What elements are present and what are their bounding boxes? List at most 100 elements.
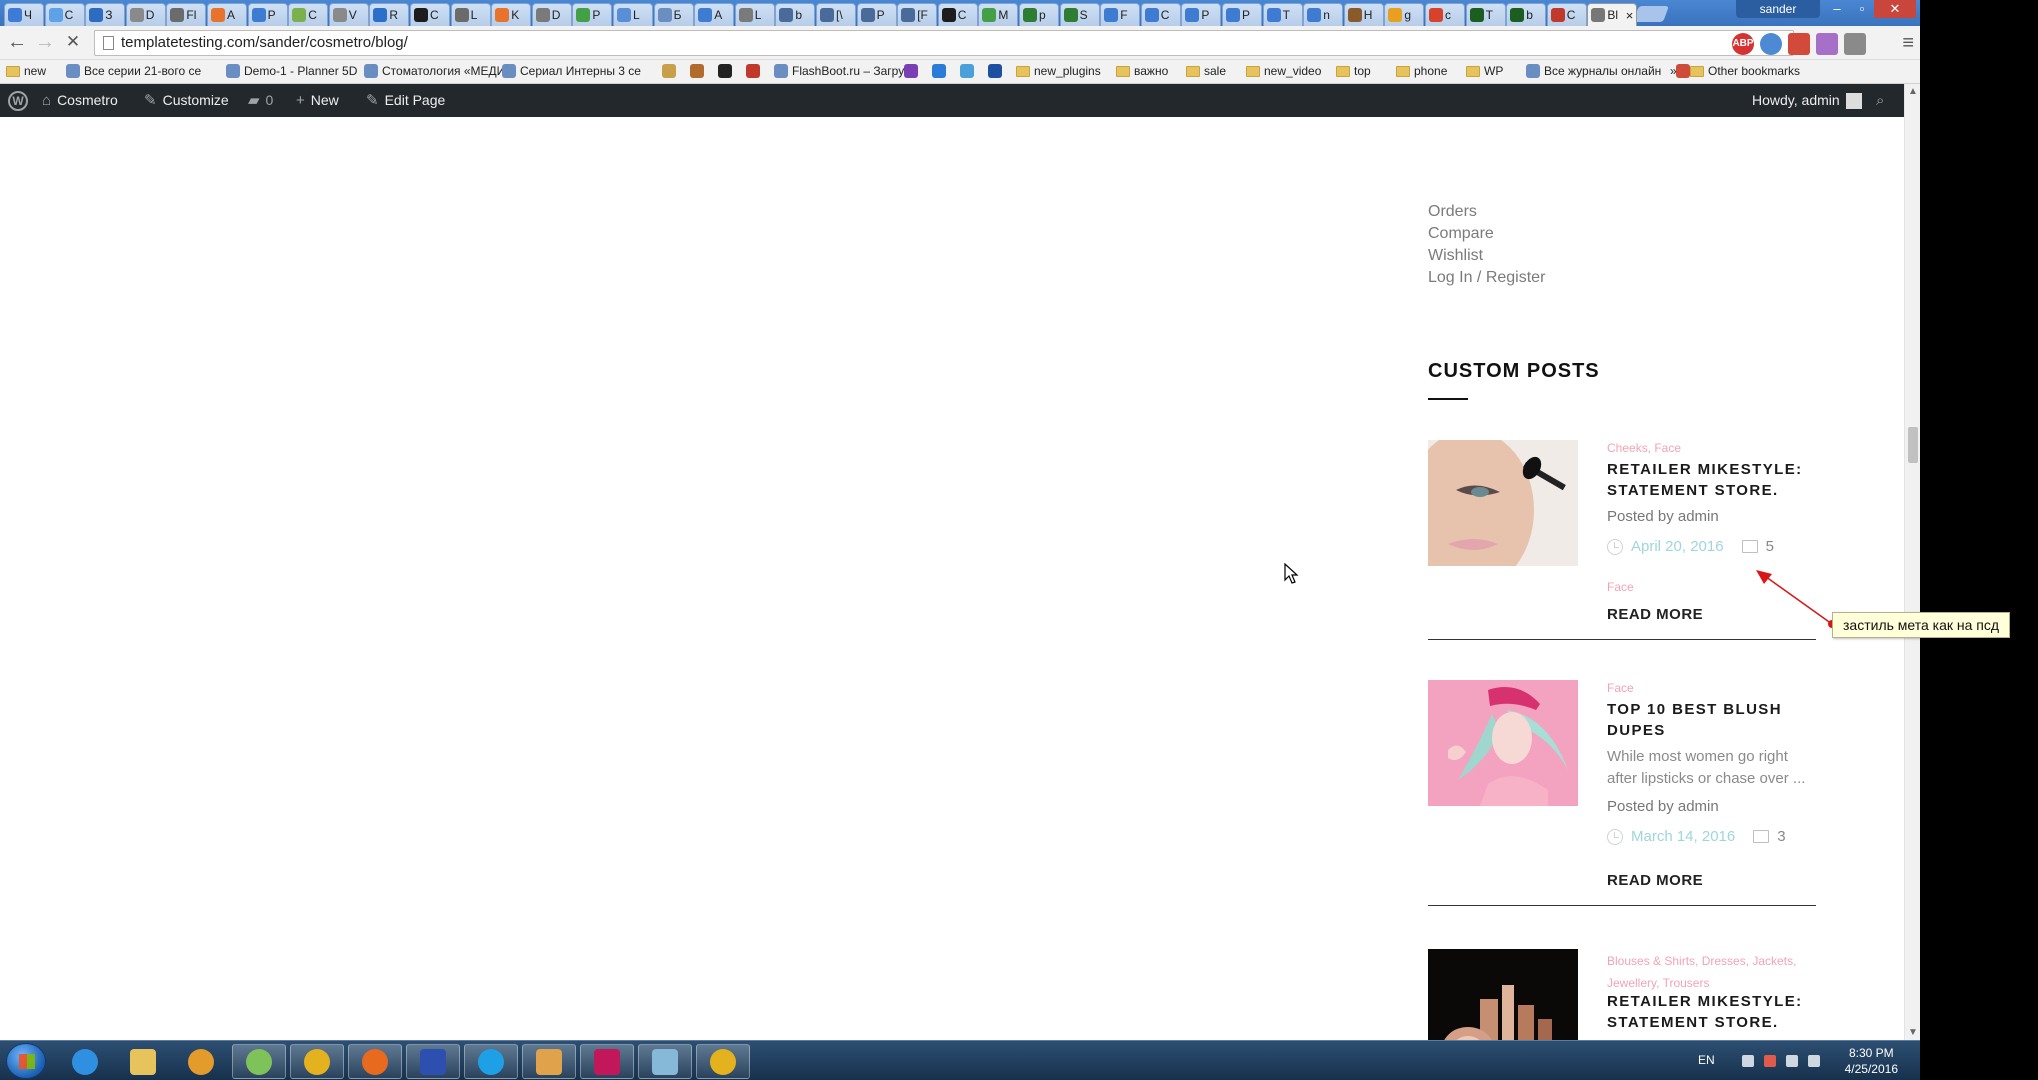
browser-tab[interactable]: n [1303, 3, 1344, 26]
bookmark-icon-only[interactable] [718, 64, 732, 78]
post-tag[interactable]: Face [1607, 580, 1634, 594]
internet-explorer-taskbar-button[interactable] [58, 1044, 112, 1079]
bookmark-item[interactable]: WP [1466, 64, 1503, 78]
bookmark-item[interactable]: Все серии 21-вого се [66, 64, 201, 78]
notepad-taskbar-button[interactable] [638, 1044, 692, 1079]
back-button[interactable]: ← [4, 31, 30, 55]
bookmark-item[interactable]: new [6, 64, 46, 78]
bookmark-icon-only[interactable] [1676, 64, 1690, 78]
adblock-icon[interactable]: ABP [1732, 33, 1754, 55]
firefox-taskbar-button[interactable] [348, 1044, 402, 1079]
browser-tab[interactable]: T [1465, 3, 1506, 26]
browser-tab[interactable]: P [856, 3, 897, 26]
bookmark-icon-only[interactable] [904, 64, 918, 78]
post-thumbnail-pink-hat[interactable] [1428, 680, 1578, 806]
post-categories[interactable]: Cheeks, Face [1607, 441, 1681, 455]
bookmark-item[interactable]: FlashBoot.ru – Загруз [774, 64, 910, 78]
browser-tab[interactable]: b [775, 3, 816, 26]
volume-icon[interactable] [1786, 1055, 1798, 1067]
post-title[interactable]: RETAILER MIKESTYLE: STATEMENT STORE. [1607, 991, 1807, 1033]
comment-count[interactable]: 3 [1777, 828, 1785, 845]
network-tray-icon[interactable] [1808, 1055, 1820, 1067]
extension-globe-icon[interactable] [1760, 33, 1782, 55]
browser-tab[interactable]: D [125, 3, 166, 26]
start-button[interactable] [6, 1043, 46, 1079]
browser-tab[interactable]: З [85, 3, 126, 26]
other-bookmarks[interactable]: Other bookmarks [1690, 64, 1800, 78]
browser-tab[interactable]: Ч [4, 3, 44, 26]
browser-tab[interactable]: R [369, 3, 410, 26]
bookmarks-overflow-button[interactable]: » [1670, 64, 1677, 78]
taskbar-clock[interactable]: 8:30 PM 4/25/2016 [1845, 1045, 1898, 1077]
address-bar[interactable]: templatetesting.com/sander/cosmetro/blog… [94, 30, 1794, 56]
orders-link[interactable]: Orders [1428, 203, 1477, 221]
browser-tab[interactable]: P [1222, 3, 1262, 26]
language-indicator[interactable]: EN [1698, 1053, 1715, 1067]
chrome-menu-icon[interactable]: ≡ [1902, 32, 1914, 55]
network-taskbar-button[interactable] [232, 1044, 286, 1079]
browser-tab[interactable]: P [572, 3, 613, 26]
browser-tab[interactable]: c [1425, 3, 1465, 26]
bookmark-item[interactable]: Сериал Интерны 3 се [502, 64, 641, 78]
browser-tab[interactable]: p [1019, 3, 1059, 26]
tab-close-icon[interactable]: × [1626, 8, 1634, 23]
post-categories[interactable]: Blouses & Shirts, Dresses, Jackets, Jewe… [1607, 950, 1817, 994]
account-menu[interactable]: Howdy, admin [1752, 84, 1862, 117]
new-content-link[interactable]: + New [296, 84, 339, 117]
close-window-button[interactable]: ✕ [1874, 0, 1916, 18]
compare-link[interactable]: Compare [1428, 225, 1494, 243]
bookmark-item[interactable]: new_plugins [1016, 64, 1101, 78]
browser-tab[interactable]: C [410, 3, 450, 26]
wp-logo-menu[interactable]: W [8, 84, 28, 117]
browser-tab[interactable]: b [1506, 3, 1547, 26]
browser-tab[interactable]: Fl [166, 3, 207, 26]
browser-tab[interactable]: C [937, 3, 978, 26]
annotation-note[interactable]: застиль мета как на псд [1832, 612, 2011, 638]
browser-tab[interactable]: Б [653, 3, 694, 26]
browser-tab[interactable]: С [44, 3, 85, 26]
post-thumbnail-cosmetics[interactable] [1428, 949, 1578, 1040]
new-tab-button[interactable] [1633, 6, 1669, 22]
admin-search[interactable]: ⌕ [1876, 84, 1884, 117]
comments-link[interactable]: ▰ 0 [248, 84, 273, 117]
wishlist-link[interactable]: Wishlist [1428, 247, 1483, 265]
scroll-up-arrow-icon[interactable]: ▲ [1908, 86, 1918, 97]
browser-tab[interactable]: P [1181, 3, 1222, 26]
browser-tab[interactable]: S [1059, 3, 1100, 26]
gmail-icon[interactable] [1788, 33, 1810, 55]
customize-link[interactable]: ✎ Customize [144, 84, 229, 117]
comment-count[interactable]: 5 [1766, 538, 1774, 555]
bookmark-icon-only[interactable] [690, 64, 704, 78]
bookmark-item[interactable]: sale [1186, 64, 1226, 78]
maximize-button[interactable]: ▫ [1850, 0, 1874, 18]
browser-tab[interactable]: C [1546, 3, 1587, 26]
browser-tab[interactable]: А [694, 3, 735, 26]
bookmark-item[interactable]: Стоматология «МЕДИ [364, 64, 505, 78]
file-explorer-taskbar-button[interactable] [116, 1044, 170, 1079]
site-name-link[interactable]: ⌂ Cosmetro [42, 84, 118, 117]
cast-icon[interactable] [1844, 33, 1866, 55]
page-scrollbar[interactable]: ▲ ▼ [1904, 84, 1920, 1040]
browser-tab[interactable]: H [1343, 3, 1384, 26]
photo-viewer-taskbar-button[interactable] [522, 1044, 576, 1079]
browser-tab[interactable]: M [978, 3, 1019, 26]
flag-icon[interactable] [1764, 1055, 1776, 1067]
browser-tab-active[interactable]: Bl × [1587, 3, 1638, 26]
login-register-link[interactable]: Log In / Register [1428, 269, 1545, 287]
bookmark-icon-only[interactable] [988, 64, 1002, 78]
browser-tab[interactable]: g [1384, 3, 1425, 26]
bookmark-item[interactable]: top [1336, 64, 1371, 78]
scroll-down-arrow-icon[interactable]: ▼ [1908, 1027, 1918, 1038]
save-taskbar-button[interactable] [406, 1044, 460, 1079]
forward-button[interactable]: → [32, 31, 58, 55]
bookmark-icon-only[interactable] [662, 64, 676, 78]
post-categories[interactable]: Face [1607, 681, 1634, 695]
browser-tab[interactable]: А [207, 3, 247, 26]
post-thumbnail-makeup[interactable] [1428, 440, 1578, 566]
minimize-button[interactable]: – [1824, 0, 1850, 18]
skype-taskbar-button[interactable] [464, 1044, 518, 1079]
browser-tab[interactable]: K [491, 3, 532, 26]
browser-tab[interactable]: D [531, 3, 572, 26]
browser-tab[interactable]: [\ [816, 3, 856, 26]
post-date[interactable]: March 14, 2016 [1631, 828, 1735, 845]
